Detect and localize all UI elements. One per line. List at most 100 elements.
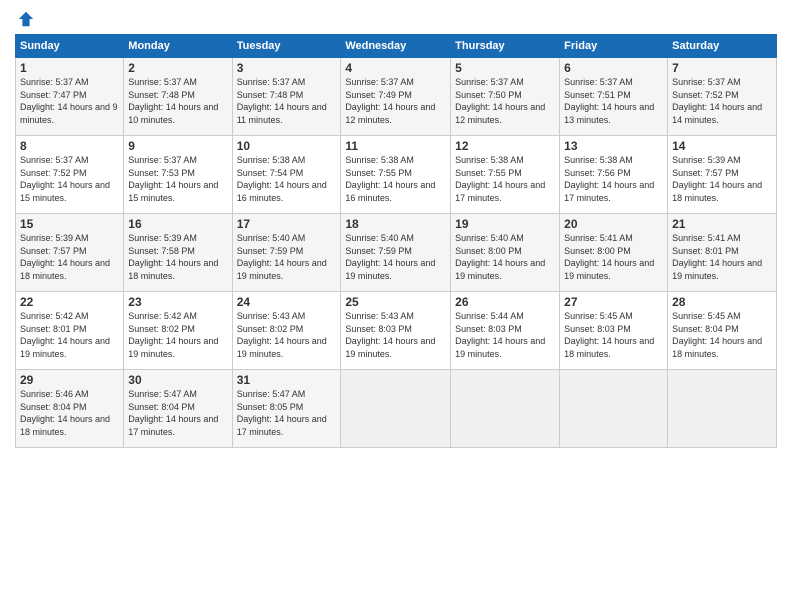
calendar-cell: 24 Sunrise: 5:43 AMSunset: 8:02 PMDaylig…	[232, 292, 341, 370]
day-number: 3	[237, 61, 337, 75]
day-number: 23	[128, 295, 227, 309]
calendar-week-row: 8 Sunrise: 5:37 AMSunset: 7:52 PMDayligh…	[16, 136, 777, 214]
day-detail: Sunrise: 5:47 AMSunset: 8:05 PMDaylight:…	[237, 389, 327, 437]
day-detail: Sunrise: 5:45 AMSunset: 8:03 PMDaylight:…	[564, 311, 654, 359]
day-detail: Sunrise: 5:43 AMSunset: 8:02 PMDaylight:…	[237, 311, 327, 359]
weekday-header: Friday	[560, 35, 668, 58]
calendar-cell	[451, 370, 560, 448]
calendar-cell: 11 Sunrise: 5:38 AMSunset: 7:55 PMDaylig…	[341, 136, 451, 214]
logo	[15, 10, 35, 28]
calendar-week-row: 1 Sunrise: 5:37 AMSunset: 7:47 PMDayligh…	[16, 58, 777, 136]
weekday-header: Saturday	[668, 35, 777, 58]
day-detail: Sunrise: 5:39 AMSunset: 7:57 PMDaylight:…	[20, 233, 110, 281]
calendar-cell: 20 Sunrise: 5:41 AMSunset: 8:00 PMDaylig…	[560, 214, 668, 292]
calendar-cell: 17 Sunrise: 5:40 AMSunset: 7:59 PMDaylig…	[232, 214, 341, 292]
calendar-cell: 31 Sunrise: 5:47 AMSunset: 8:05 PMDaylig…	[232, 370, 341, 448]
day-detail: Sunrise: 5:39 AMSunset: 7:57 PMDaylight:…	[672, 155, 762, 203]
calendar-cell: 19 Sunrise: 5:40 AMSunset: 8:00 PMDaylig…	[451, 214, 560, 292]
calendar-cell: 28 Sunrise: 5:45 AMSunset: 8:04 PMDaylig…	[668, 292, 777, 370]
calendar-cell: 21 Sunrise: 5:41 AMSunset: 8:01 PMDaylig…	[668, 214, 777, 292]
day-number: 28	[672, 295, 772, 309]
calendar-week-row: 22 Sunrise: 5:42 AMSunset: 8:01 PMDaylig…	[16, 292, 777, 370]
day-number: 9	[128, 139, 227, 153]
calendar-cell: 16 Sunrise: 5:39 AMSunset: 7:58 PMDaylig…	[124, 214, 232, 292]
calendar-cell: 18 Sunrise: 5:40 AMSunset: 7:59 PMDaylig…	[341, 214, 451, 292]
day-number: 31	[237, 373, 337, 387]
weekday-header: Thursday	[451, 35, 560, 58]
day-detail: Sunrise: 5:41 AMSunset: 8:00 PMDaylight:…	[564, 233, 654, 281]
day-detail: Sunrise: 5:37 AMSunset: 7:50 PMDaylight:…	[455, 77, 545, 125]
day-detail: Sunrise: 5:37 AMSunset: 7:52 PMDaylight:…	[20, 155, 110, 203]
day-detail: Sunrise: 5:39 AMSunset: 7:58 PMDaylight:…	[128, 233, 218, 281]
weekday-header: Sunday	[16, 35, 124, 58]
calendar-cell: 23 Sunrise: 5:42 AMSunset: 8:02 PMDaylig…	[124, 292, 232, 370]
calendar-cell: 10 Sunrise: 5:38 AMSunset: 7:54 PMDaylig…	[232, 136, 341, 214]
day-detail: Sunrise: 5:46 AMSunset: 8:04 PMDaylight:…	[20, 389, 110, 437]
weekday-header: Monday	[124, 35, 232, 58]
day-detail: Sunrise: 5:38 AMSunset: 7:54 PMDaylight:…	[237, 155, 327, 203]
day-number: 20	[564, 217, 663, 231]
day-detail: Sunrise: 5:40 AMSunset: 8:00 PMDaylight:…	[455, 233, 545, 281]
calendar-cell: 13 Sunrise: 5:38 AMSunset: 7:56 PMDaylig…	[560, 136, 668, 214]
day-number: 11	[345, 139, 446, 153]
day-number: 27	[564, 295, 663, 309]
day-detail: Sunrise: 5:41 AMSunset: 8:01 PMDaylight:…	[672, 233, 762, 281]
calendar-cell: 27 Sunrise: 5:45 AMSunset: 8:03 PMDaylig…	[560, 292, 668, 370]
weekday-header: Wednesday	[341, 35, 451, 58]
day-detail: Sunrise: 5:47 AMSunset: 8:04 PMDaylight:…	[128, 389, 218, 437]
calendar-cell: 12 Sunrise: 5:38 AMSunset: 7:55 PMDaylig…	[451, 136, 560, 214]
day-number: 26	[455, 295, 555, 309]
day-number: 24	[237, 295, 337, 309]
day-detail: Sunrise: 5:43 AMSunset: 8:03 PMDaylight:…	[345, 311, 435, 359]
calendar-header-row: SundayMondayTuesdayWednesdayThursdayFrid…	[16, 35, 777, 58]
day-number: 4	[345, 61, 446, 75]
calendar-cell: 7 Sunrise: 5:37 AMSunset: 7:52 PMDayligh…	[668, 58, 777, 136]
day-detail: Sunrise: 5:37 AMSunset: 7:53 PMDaylight:…	[128, 155, 218, 203]
calendar-cell: 9 Sunrise: 5:37 AMSunset: 7:53 PMDayligh…	[124, 136, 232, 214]
day-detail: Sunrise: 5:37 AMSunset: 7:48 PMDaylight:…	[128, 77, 218, 125]
calendar-cell	[560, 370, 668, 448]
day-detail: Sunrise: 5:42 AMSunset: 8:02 PMDaylight:…	[128, 311, 218, 359]
day-detail: Sunrise: 5:37 AMSunset: 7:51 PMDaylight:…	[564, 77, 654, 125]
day-detail: Sunrise: 5:37 AMSunset: 7:52 PMDaylight:…	[672, 77, 762, 125]
calendar-cell: 30 Sunrise: 5:47 AMSunset: 8:04 PMDaylig…	[124, 370, 232, 448]
day-number: 13	[564, 139, 663, 153]
day-detail: Sunrise: 5:37 AMSunset: 7:47 PMDaylight:…	[20, 77, 118, 125]
day-number: 2	[128, 61, 227, 75]
calendar-week-row: 15 Sunrise: 5:39 AMSunset: 7:57 PMDaylig…	[16, 214, 777, 292]
day-number: 25	[345, 295, 446, 309]
day-number: 5	[455, 61, 555, 75]
day-detail: Sunrise: 5:45 AMSunset: 8:04 PMDaylight:…	[672, 311, 762, 359]
calendar-week-row: 29 Sunrise: 5:46 AMSunset: 8:04 PMDaylig…	[16, 370, 777, 448]
calendar-cell: 29 Sunrise: 5:46 AMSunset: 8:04 PMDaylig…	[16, 370, 124, 448]
calendar-table: SundayMondayTuesdayWednesdayThursdayFrid…	[15, 34, 777, 448]
calendar-cell: 4 Sunrise: 5:37 AMSunset: 7:49 PMDayligh…	[341, 58, 451, 136]
calendar-cell: 25 Sunrise: 5:43 AMSunset: 8:03 PMDaylig…	[341, 292, 451, 370]
calendar-cell: 6 Sunrise: 5:37 AMSunset: 7:51 PMDayligh…	[560, 58, 668, 136]
page: SundayMondayTuesdayWednesdayThursdayFrid…	[0, 0, 792, 612]
day-detail: Sunrise: 5:37 AMSunset: 7:49 PMDaylight:…	[345, 77, 435, 125]
day-number: 30	[128, 373, 227, 387]
weekday-header: Tuesday	[232, 35, 341, 58]
calendar-cell	[668, 370, 777, 448]
day-number: 14	[672, 139, 772, 153]
day-detail: Sunrise: 5:42 AMSunset: 8:01 PMDaylight:…	[20, 311, 110, 359]
day-number: 17	[237, 217, 337, 231]
day-number: 7	[672, 61, 772, 75]
day-number: 8	[20, 139, 119, 153]
day-detail: Sunrise: 5:38 AMSunset: 7:56 PMDaylight:…	[564, 155, 654, 203]
day-number: 18	[345, 217, 446, 231]
calendar-cell: 14 Sunrise: 5:39 AMSunset: 7:57 PMDaylig…	[668, 136, 777, 214]
calendar-cell: 8 Sunrise: 5:37 AMSunset: 7:52 PMDayligh…	[16, 136, 124, 214]
day-detail: Sunrise: 5:40 AMSunset: 7:59 PMDaylight:…	[237, 233, 327, 281]
calendar-cell: 3 Sunrise: 5:37 AMSunset: 7:48 PMDayligh…	[232, 58, 341, 136]
calendar-cell: 1 Sunrise: 5:37 AMSunset: 7:47 PMDayligh…	[16, 58, 124, 136]
day-number: 19	[455, 217, 555, 231]
day-detail: Sunrise: 5:40 AMSunset: 7:59 PMDaylight:…	[345, 233, 435, 281]
day-detail: Sunrise: 5:37 AMSunset: 7:48 PMDaylight:…	[237, 77, 327, 125]
day-detail: Sunrise: 5:38 AMSunset: 7:55 PMDaylight:…	[455, 155, 545, 203]
calendar-cell: 22 Sunrise: 5:42 AMSunset: 8:01 PMDaylig…	[16, 292, 124, 370]
logo-icon	[17, 10, 35, 28]
day-detail: Sunrise: 5:44 AMSunset: 8:03 PMDaylight:…	[455, 311, 545, 359]
day-number: 1	[20, 61, 119, 75]
